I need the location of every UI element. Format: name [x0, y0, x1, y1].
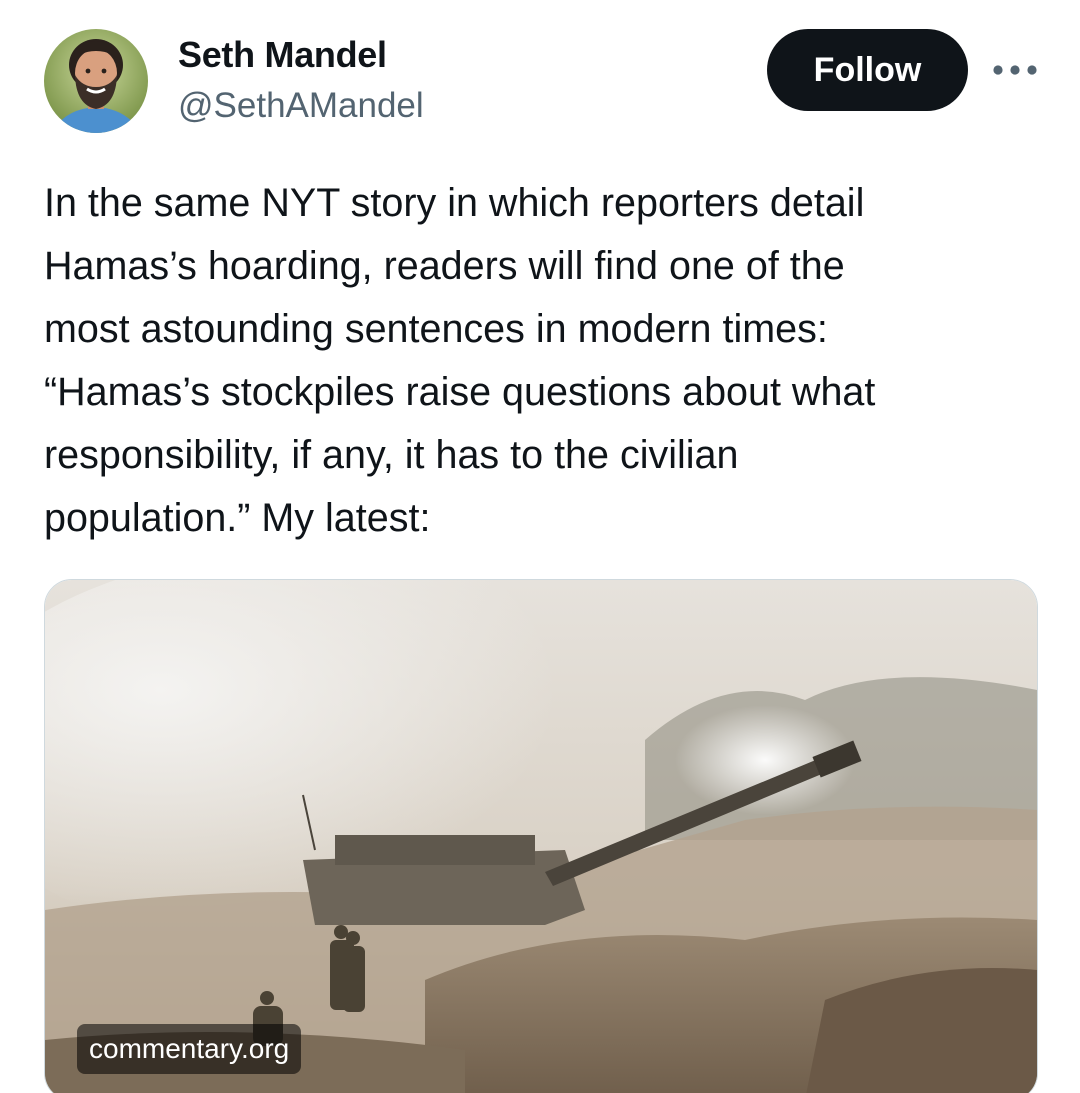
link-card-domain: commentary.org — [77, 1024, 302, 1074]
tweet-text-line: In the same NYT story in which reporters… — [44, 181, 865, 225]
author-handle[interactable]: @SethAMandel — [178, 86, 424, 126]
tweet-text: In the same NYT story in which reporters… — [44, 172, 1054, 550]
tweet-text-line: Hamas’s hoarding, readers will find one … — [44, 244, 845, 288]
tweet-text-line: “Hamas’s stockpiles raise questions abou… — [44, 370, 876, 414]
avatar-image — [44, 29, 148, 133]
link-card[interactable]: commentary.org — [44, 579, 1038, 1093]
more-options-button[interactable] — [985, 52, 1045, 88]
follow-button[interactable]: Follow — [767, 29, 968, 111]
tweet-text-line: most astounding sentences in modern time… — [44, 307, 828, 351]
link-card-image — [45, 580, 1037, 1093]
more-horizontal-icon — [993, 65, 1037, 75]
tweet-text-line: population.” My latest: — [44, 496, 431, 540]
tweet-text-line: responsibility, if any, it has to the ci… — [44, 433, 739, 477]
avatar[interactable] — [44, 29, 148, 133]
author-display-name[interactable]: Seth Mandel — [178, 34, 387, 76]
tweet: Seth Mandel @SethAMandel Follow In the s… — [0, 0, 1080, 1093]
